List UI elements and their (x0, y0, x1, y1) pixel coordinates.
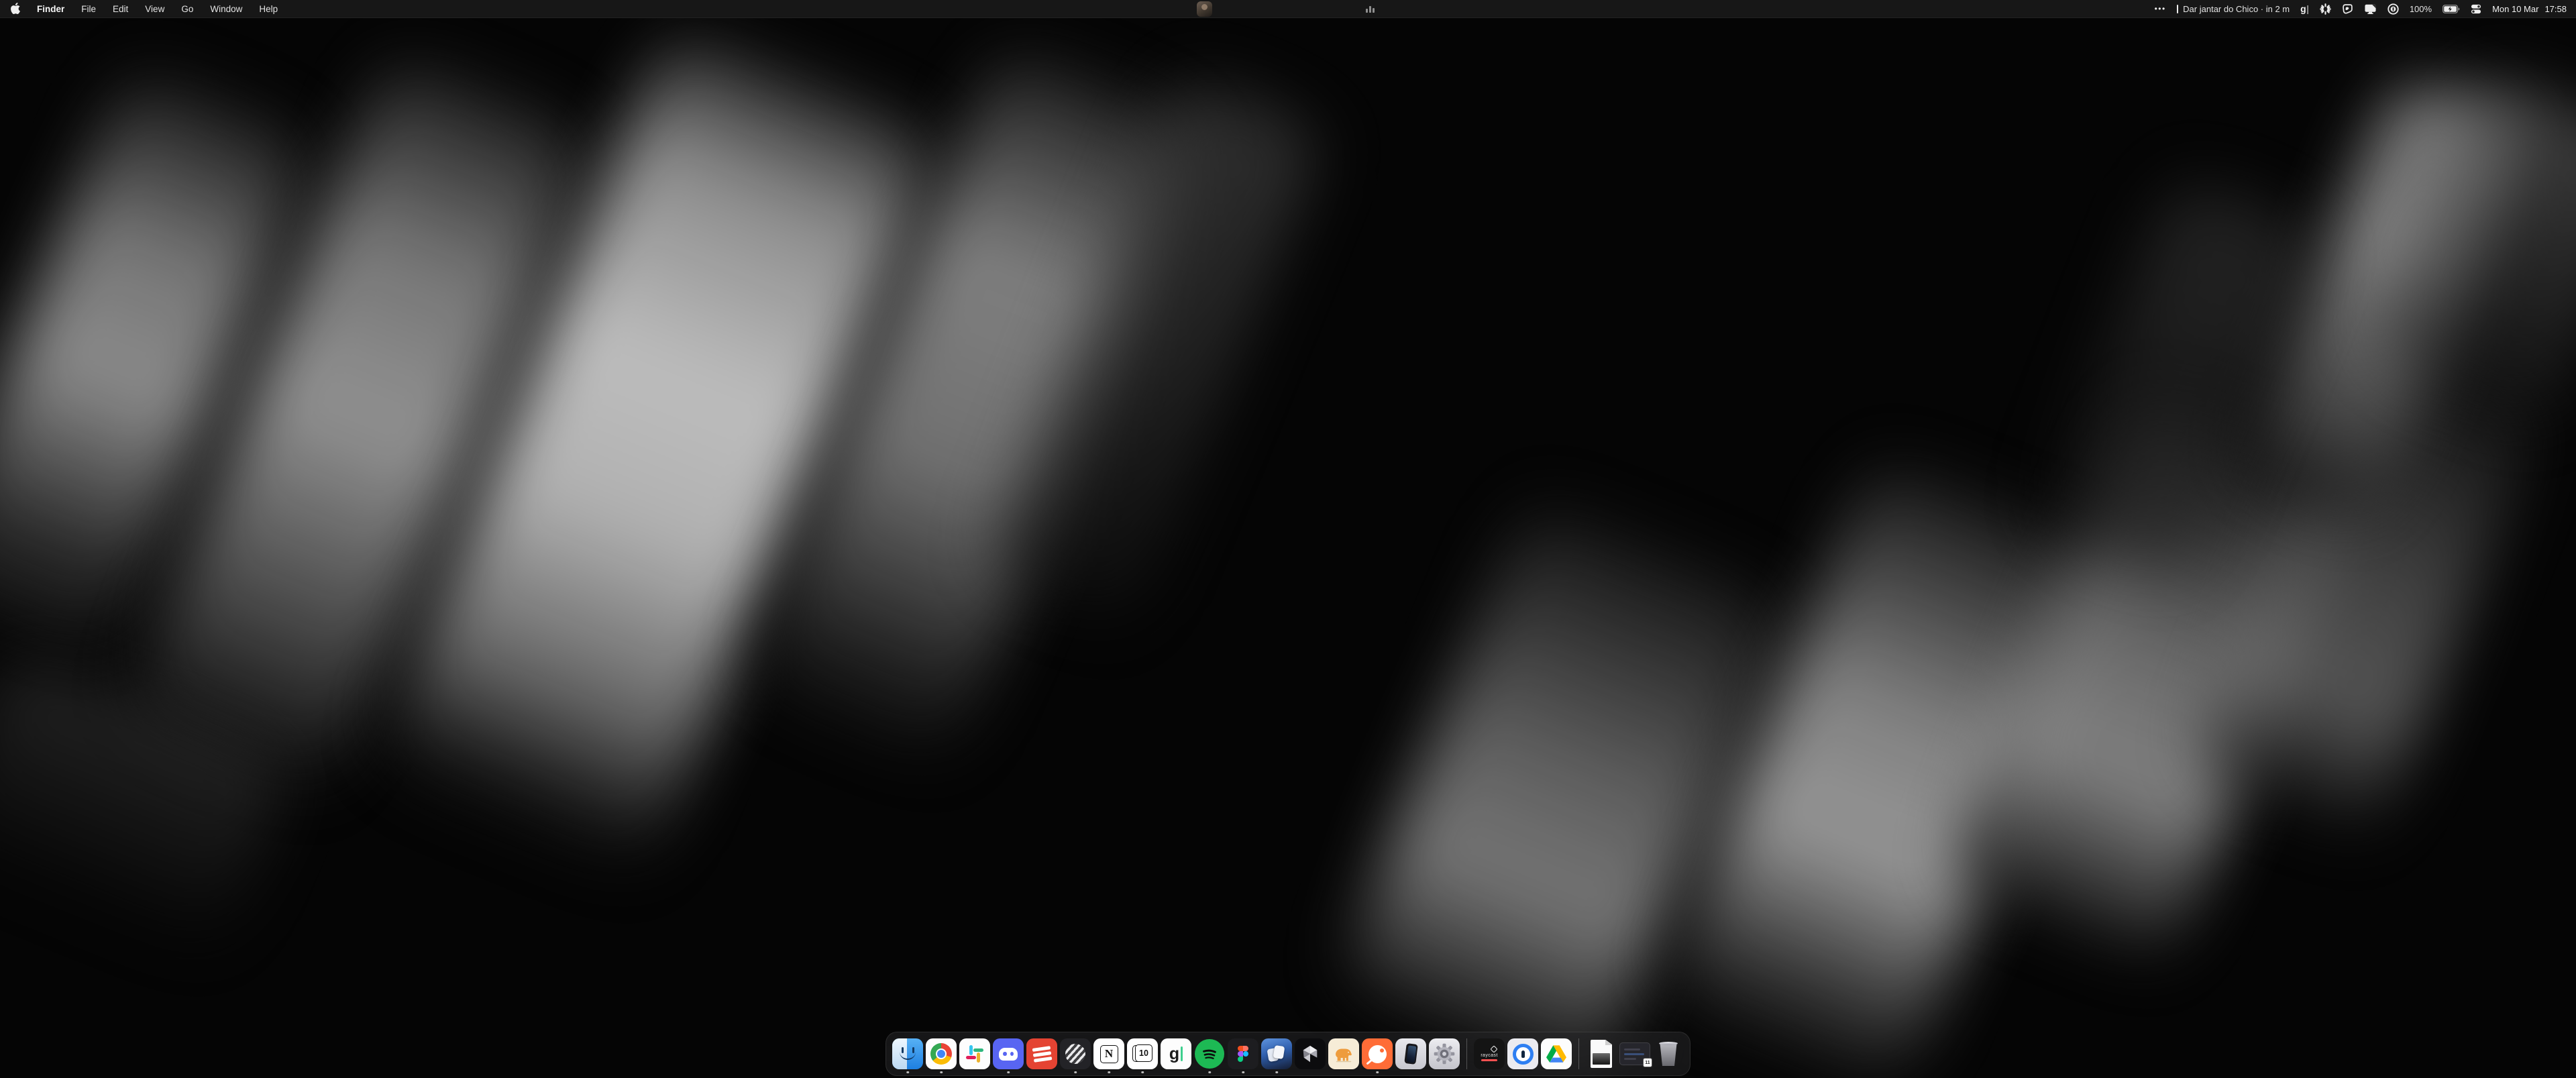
menu-app-name[interactable]: Finder (37, 4, 64, 14)
dock-icon-figma[interactable] (1228, 1038, 1258, 1069)
running-indicator (1141, 1071, 1144, 1074)
pick-swoosh-icon[interactable] (2342, 3, 2353, 15)
running-indicator (1074, 1071, 1077, 1074)
dock-icon-todoist[interactable] (1026, 1038, 1057, 1069)
dock-divider (1578, 1038, 1579, 1069)
menu-bar: Finder File Edit View Go Window Help •••… (0, 0, 2576, 18)
battery-percent: 100% (2410, 4, 2432, 14)
dock-icon-chrome[interactable] (926, 1038, 957, 1069)
dock-icon-linear[interactable] (1060, 1038, 1091, 1069)
display-icon[interactable] (2364, 3, 2377, 15)
dock-icon-trash[interactable] (1653, 1038, 1684, 1069)
menu-view[interactable]: View (145, 4, 164, 14)
dock-icon-finder[interactable] (892, 1038, 923, 1069)
event-color-bar (2177, 5, 2179, 13)
menubar-time: 17:58 (2544, 4, 2567, 14)
dock: N 10 g (885, 1032, 1690, 1076)
dock-icon-elephant-app[interactable] (1328, 1038, 1359, 1069)
dock-icon-google-drive[interactable] (1541, 1038, 1572, 1069)
battery-icon[interactable] (2443, 5, 2460, 13)
dock-icon-notion-calendar[interactable]: 10 (1127, 1038, 1158, 1069)
menu-window[interactable]: Window (210, 4, 242, 14)
running-indicator (1108, 1071, 1110, 1074)
granola-icon[interactable]: g| (2300, 3, 2309, 14)
dock-icon-slack[interactable] (959, 1038, 990, 1069)
apple-menu-icon[interactable] (11, 3, 20, 14)
menu-file[interactable]: File (81, 4, 96, 14)
running-indicator (906, 1071, 909, 1074)
dock-icon-postman[interactable] (1362, 1038, 1393, 1069)
dock-icon-granola[interactable]: g (1161, 1038, 1191, 1069)
raycast-diamond (1490, 1046, 1497, 1053)
running-indicator (1275, 1071, 1278, 1074)
dock-icon-black-3d-app[interactable] (1295, 1038, 1326, 1069)
calendar-event-item[interactable]: Dar jantar do Chico · in 2 m (2177, 4, 2290, 14)
running-indicator (1376, 1071, 1379, 1074)
menu-edit[interactable]: Edit (113, 4, 128, 14)
dock-icon-discord[interactable] (993, 1038, 1024, 1069)
menubar-clock[interactable]: Mon 10 Mar 17:58 (2492, 4, 2567, 14)
menu-help[interactable]: Help (259, 4, 278, 14)
dock-icon-system-settings[interactable] (1429, 1038, 1460, 1069)
running-indicator (940, 1071, 943, 1074)
raycast-label: raycast (1481, 1053, 1497, 1058)
menubar-date: Mon 10 Mar (2492, 4, 2538, 14)
menubar-overflow-icon[interactable]: ••• (2155, 4, 2166, 13)
dock-divider (1466, 1038, 1467, 1069)
1password-icon[interactable] (2387, 3, 2399, 15)
running-indicator (1208, 1071, 1211, 1074)
dock-minimized-window[interactable]: 11 (1619, 1038, 1650, 1069)
minimized-window-badge: 11 (1643, 1058, 1652, 1067)
dock-icon-1password[interactable] (1507, 1038, 1538, 1069)
equalizer-icon[interactable] (1366, 5, 1375, 13)
dock-icon-spotify[interactable] (1194, 1038, 1225, 1069)
menu-go[interactable]: Go (181, 4, 193, 14)
event-text: Dar jantar do Chico · in 2 m (2183, 4, 2290, 14)
dock-icon-iphone-mirroring[interactable] (1395, 1038, 1426, 1069)
running-indicator (1007, 1071, 1010, 1074)
dock-icon-raycast[interactable]: raycast (1474, 1038, 1505, 1069)
dock-icon-blue-windows-app[interactable] (1261, 1038, 1292, 1069)
dock-document-file[interactable] (1586, 1038, 1617, 1069)
dock-icon-notion[interactable]: N (1093, 1038, 1124, 1069)
flower-gear-icon[interactable] (2320, 3, 2331, 15)
desktop-wallpaper (0, 0, 2576, 1078)
control-center-icon[interactable] (2471, 4, 2481, 14)
running-indicator (1242, 1071, 1244, 1074)
camera-preview-icon[interactable] (1197, 1, 1212, 17)
raycast-underline (1481, 1059, 1497, 1061)
